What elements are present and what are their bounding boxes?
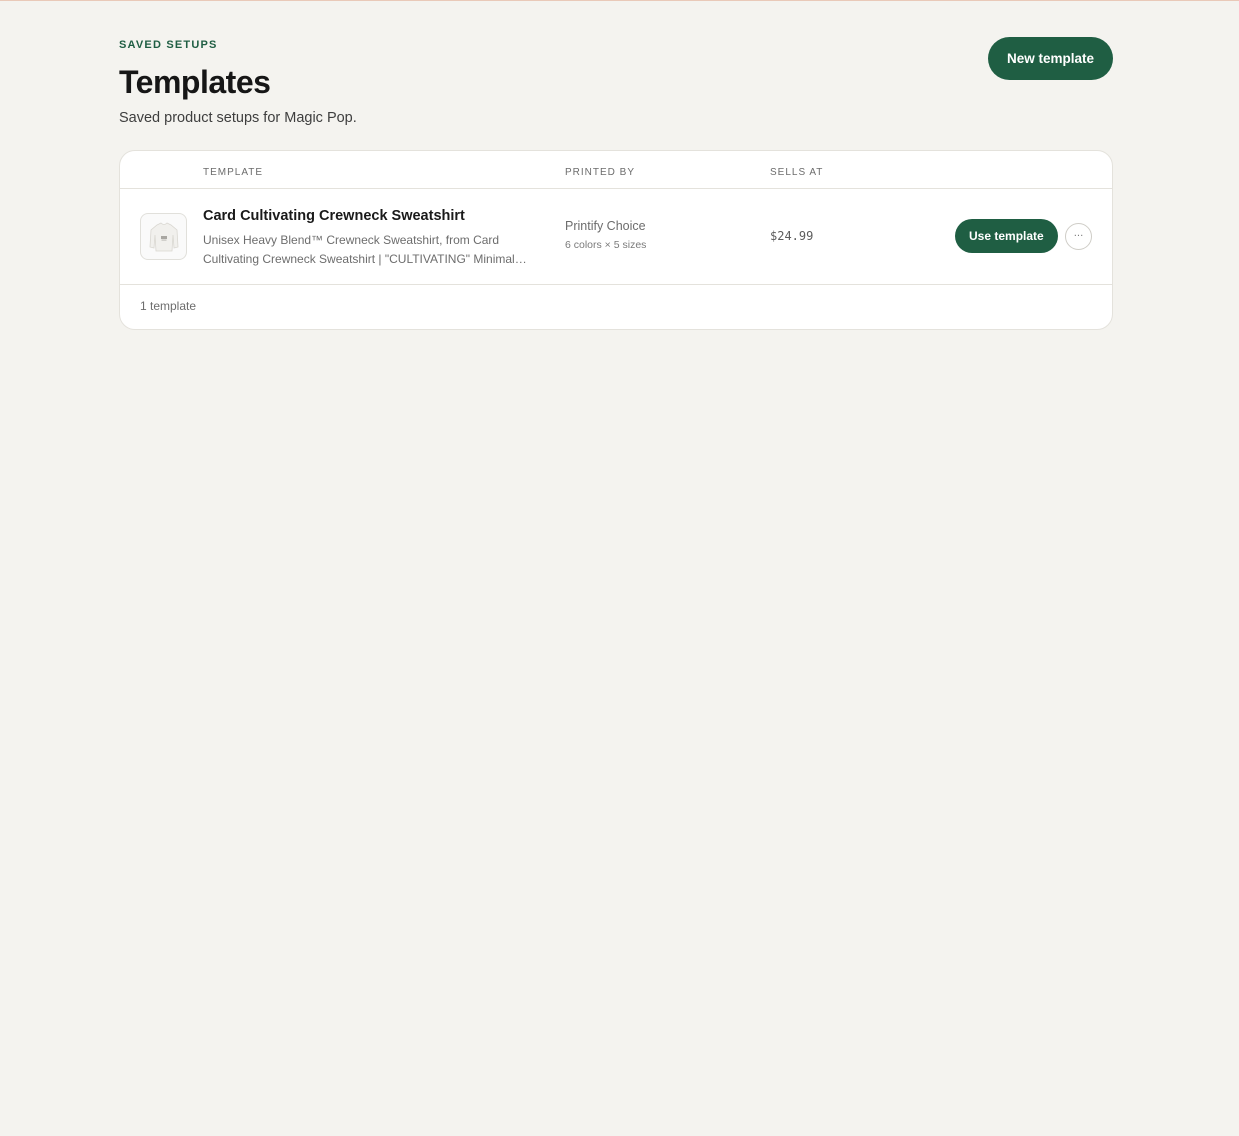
templates-table: TEMPLATE PRINTED BY SELLS AT Card Cultiv… xyxy=(119,150,1113,330)
ellipsis-icon[interactable]: ··· xyxy=(1065,223,1092,250)
template-title[interactable]: Card Cultivating Crewneck Sweatshirt xyxy=(203,208,465,224)
template-description-line: Unisex Heavy Blend™ Crewneck Sweatshirt,… xyxy=(203,233,500,247)
column-header-printed-by: PRINTED BY xyxy=(565,167,636,178)
page-title: Templates xyxy=(119,64,271,100)
use-template-button[interactable]: Use template xyxy=(955,219,1058,253)
new-template-button[interactable]: New template xyxy=(987,37,1113,80)
table-row[interactable]: Card Cultivating Crewneck Sweatshirt Uni… xyxy=(120,189,1112,285)
table-footer-count: 1 template xyxy=(140,299,197,313)
template-description-line: Cultivating Crewneck Sweatshirt | "CULTI… xyxy=(203,252,527,266)
page-eyebrow: SAVED SETUPS xyxy=(119,39,218,51)
column-header-sells-at: SELLS AT xyxy=(770,167,824,178)
page-subtitle: Saved product setups for Magic Pop. xyxy=(119,110,357,126)
sell-price: $24.99 xyxy=(770,229,814,243)
printer-name: Printify Choice xyxy=(565,219,646,233)
top-accent-rule xyxy=(0,0,1239,1)
variant-count: 6 colors × 5 sizes xyxy=(565,239,647,251)
template-description: Unisex Heavy Blend™ Crewneck Sweatshirt,… xyxy=(203,231,548,269)
column-header-template: TEMPLATE xyxy=(203,167,264,178)
table-header: TEMPLATE PRINTED BY SELLS AT xyxy=(120,151,1112,189)
sweatshirt-icon xyxy=(140,213,187,260)
